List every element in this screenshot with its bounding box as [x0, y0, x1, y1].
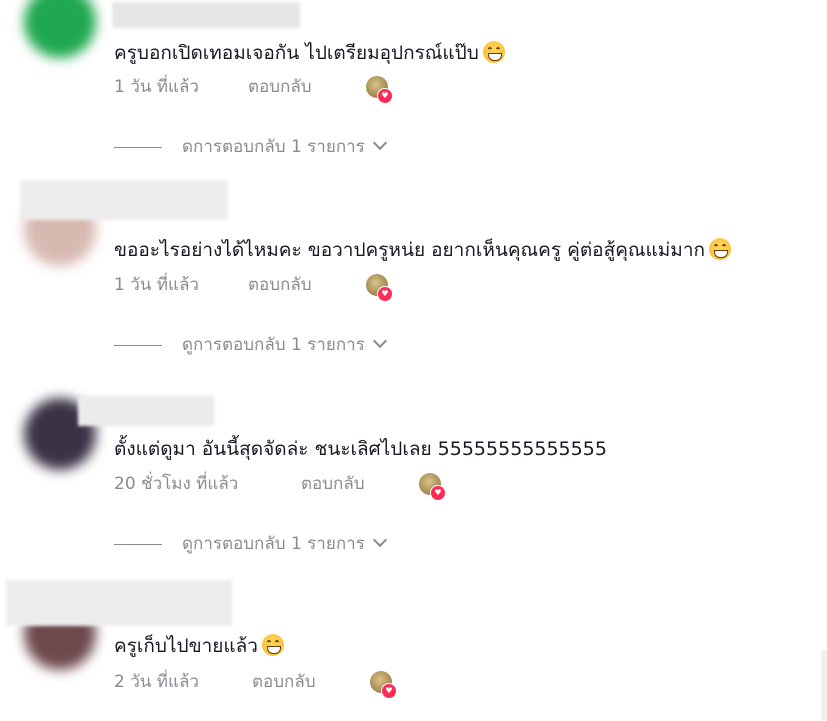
- comment-timestamp: 2 วัน ที่แล้ว: [114, 672, 199, 692]
- heart-icon: ♥: [430, 485, 446, 501]
- comment-meta: 20 ชั่วโมง ที่แล้ว ตอบกลับ: [114, 473, 365, 495]
- username-redacted: [6, 580, 232, 626]
- grinning-face-icon: [482, 41, 505, 63]
- reply-button[interactable]: ตอบกลับ: [248, 274, 312, 296]
- comment-timestamp: 1 วัน ที่แล้ว: [114, 275, 199, 295]
- creator-liked-badge: ♥: [366, 76, 393, 104]
- view-replies-button[interactable]: ดูการตอบกลับ 1 รายการ: [114, 532, 387, 555]
- chevron-down-icon: [372, 135, 387, 151]
- chevron-down-icon: [372, 333, 387, 349]
- creator-liked-badge: ♥: [370, 671, 397, 699]
- comment-meta: 1 วัน ที่แล้ว ตอบกลับ: [114, 76, 312, 98]
- reply-button[interactable]: ตอบกลับ: [252, 671, 316, 693]
- comment-text: ครูบอกเปิดเทอมเจอกัน ไปเตรียมอุปกรณ์แป๊บ: [114, 41, 505, 65]
- divider: [114, 543, 162, 545]
- comment-text: ขออะไรอย่างได้ไหมคะ ขอวาปครูหน่ย อยากเห็…: [114, 238, 731, 262]
- username-redacted: [20, 180, 228, 220]
- creator-liked-badge: ♥: [366, 274, 393, 302]
- tears-of-joy-icon: [261, 634, 284, 656]
- reply-button[interactable]: ตอบกลับ: [248, 76, 312, 98]
- comment-timestamp: 1 วัน ที่แล้ว: [114, 77, 199, 97]
- avatar[interactable]: [24, 0, 96, 58]
- comment-text: ครูเก็บไปขายแล้ว: [114, 634, 284, 658]
- comment-meta: 1 วัน ที่แล้ว ตอบกลับ: [114, 274, 312, 296]
- comment-text: ตั้งแต่ดูมา อันนี้สุดจัดล่ะ ชนะเลิศไปเลย…: [114, 438, 607, 460]
- view-replies-button[interactable]: ดูการตอบกลับ 1 รายการ: [114, 333, 387, 356]
- username-redacted: [112, 2, 300, 28]
- heart-icon: ♥: [381, 683, 397, 699]
- creator-liked-badge: ♥: [419, 473, 446, 501]
- scrollbar[interactable]: [821, 650, 827, 720]
- reply-button[interactable]: ตอบกลับ: [301, 473, 365, 495]
- divider: [114, 146, 162, 148]
- chevron-down-icon: [372, 532, 387, 548]
- comment-timestamp: 20 ชั่วโมง ที่แล้ว: [114, 474, 239, 494]
- tears-of-joy-icon: [709, 238, 731, 260]
- comment-meta: 2 วัน ที่แล้ว ตอบกลับ: [114, 671, 316, 693]
- heart-icon: ♥: [377, 88, 393, 104]
- divider: [114, 344, 162, 346]
- username-redacted: [78, 396, 214, 426]
- heart-icon: ♥: [377, 286, 393, 302]
- view-replies-button[interactable]: ดการตอบกลับ 1 รายการ: [114, 135, 387, 158]
